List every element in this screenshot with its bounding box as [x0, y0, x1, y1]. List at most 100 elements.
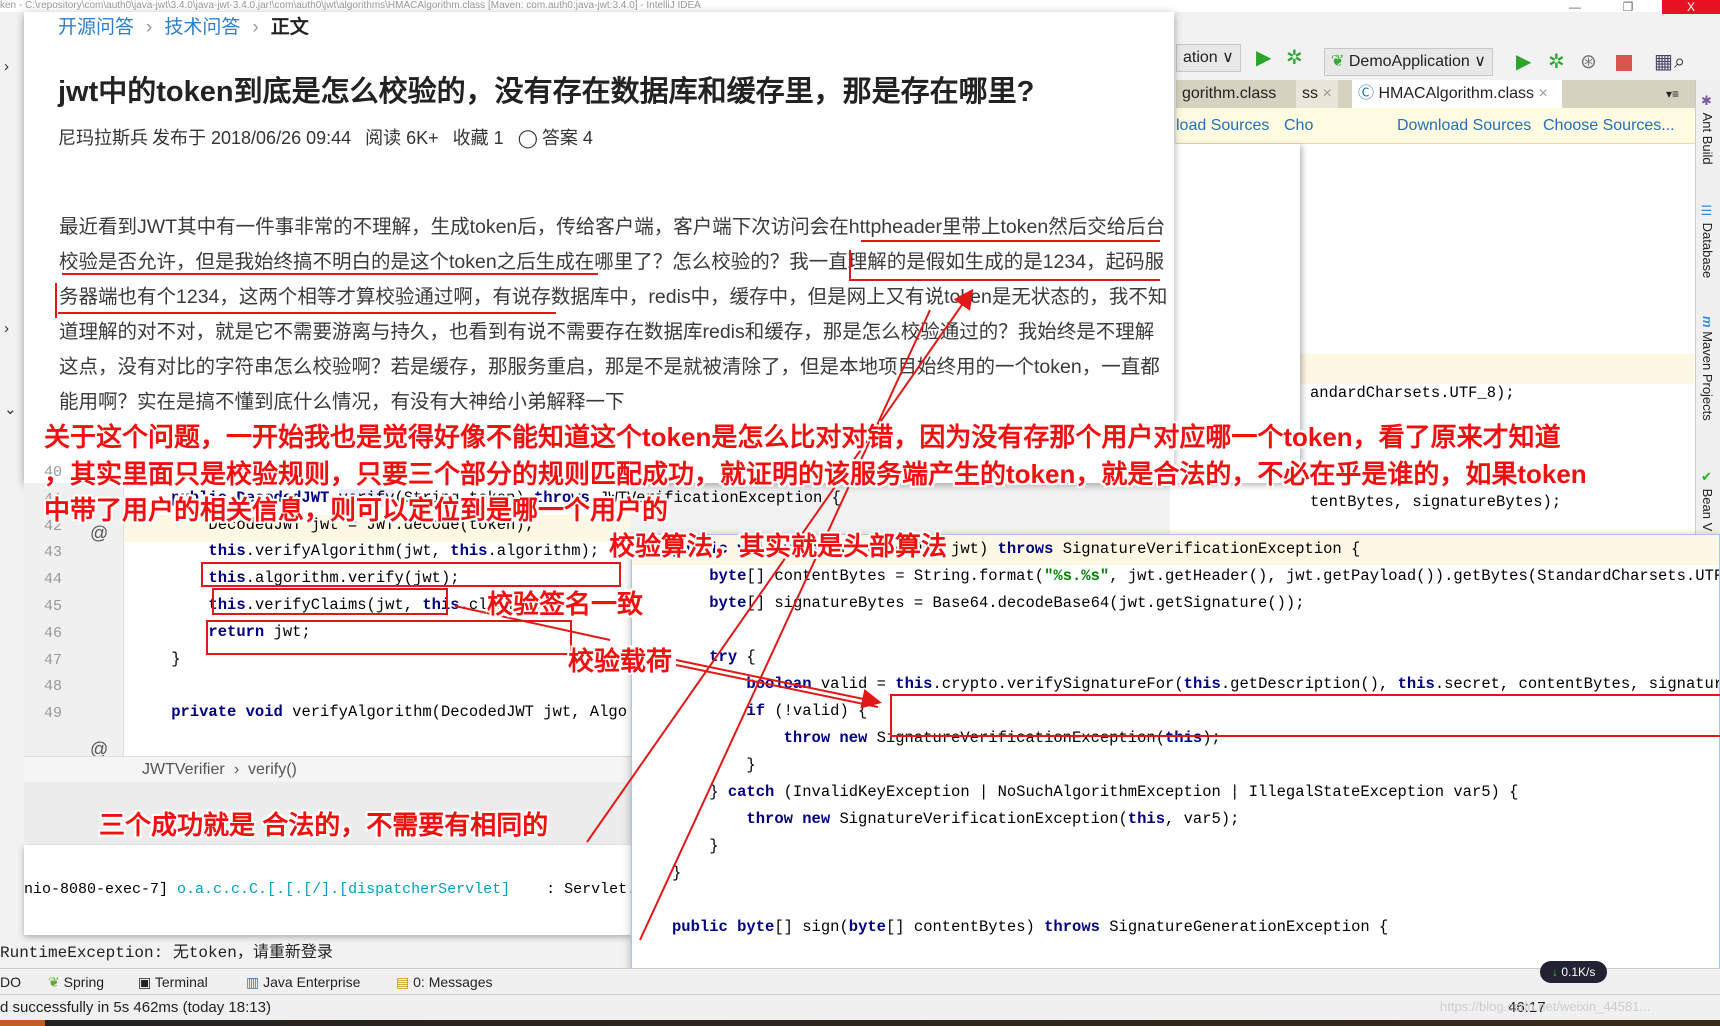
code-line: throw new SignatureVerificationException…: [672, 810, 1239, 828]
spring-icon: ❦: [1331, 53, 1345, 70]
tab-class[interactable]: ss ×: [1296, 80, 1338, 108]
chevron-right-icon[interactable]: ›: [4, 320, 9, 337]
run-config-dropdown[interactable]: ❦ DemoApplication ∨: [1324, 48, 1493, 76]
code-token: }: [134, 649, 181, 668]
code-token: byte: [737, 918, 775, 936]
code-line: }: [672, 864, 681, 882]
highlight-box-verify-claims: [206, 620, 572, 655]
code-line: if (!valid) {: [672, 702, 867, 720]
tool-label: Spring: [63, 974, 105, 990]
tool-messages[interactable]: ▤ 0: Messages: [396, 974, 493, 991]
close-tab-icon[interactable]: ×: [1539, 85, 1548, 102]
run-icon[interactable]: ▶: [1256, 44, 1271, 72]
code-token: .verifyAlgorithm(jwt,: [245, 542, 451, 561]
line-number: 45: [44, 598, 63, 615]
tool-todo[interactable]: DO: [0, 974, 21, 990]
code-token: [] signatureBytes = Base64.decodeBase64(…: [746, 594, 1305, 612]
terminal-icon: ▣: [138, 974, 152, 990]
run-config-dropdown-partial[interactable]: ation ∨: [1176, 44, 1241, 72]
debug-icon[interactable]: ✲: [1286, 44, 1303, 72]
run-icon[interactable]: ▶: [1516, 48, 1531, 76]
net-speed: 0.1K/s: [1561, 965, 1596, 979]
run-console: nio-8080-exec-7] o.a.c.c.C.[.[.[/].[disp…: [24, 845, 636, 935]
database-icon: ☰: [1700, 204, 1715, 219]
breadcrumb-class[interactable]: JWTVerifier: [142, 761, 225, 779]
breadcrumb-tech-qa[interactable]: 技术问答: [164, 17, 240, 38]
comment-icon: ◯: [517, 128, 538, 148]
tool-java-enterprise[interactable]: ▥ Java Enterprise: [246, 974, 360, 991]
spring-icon: ❦: [48, 974, 60, 990]
download-sources-link[interactable]: Download Sources: [1397, 108, 1531, 144]
code-line: byte[] contentBytes = String.format("%s.…: [672, 567, 1720, 585]
decompiled-notice-bar: load Sources Cho Download Sources Choose…: [1176, 108, 1695, 144]
code-token: this: [1397, 675, 1435, 693]
arrow-down-icon: ↓: [1552, 965, 1558, 979]
chevron-right-icon[interactable]: ›: [4, 58, 9, 75]
code-token: byte: [709, 594, 747, 612]
tab-list-icon[interactable]: ▾≡: [1660, 80, 1685, 108]
log-line: nio-8080-exec-7] o.a.c.c.C.[.[.[/].[disp…: [24, 881, 636, 898]
code-token: this: [895, 675, 933, 693]
tab-label: HMACAlgorithm.class: [1378, 85, 1535, 102]
choose-sources-link[interactable]: Cho: [1284, 108, 1313, 144]
annotation-main-line: ，其实里面只是校验规则，只要三个部分的规则匹配成功，就证明的该服务端产生的tok…: [44, 459, 1587, 489]
tool-label: Maven Projects: [1700, 331, 1715, 421]
debug-icon[interactable]: ✲: [1548, 48, 1565, 76]
maven-projects-tab[interactable]: m Maven Projects: [1700, 316, 1715, 421]
tool-spring[interactable]: ❦ Spring: [48, 974, 104, 991]
minimize-button[interactable]: —: [1555, 0, 1595, 14]
breadcrumb-opensource-qa[interactable]: 开源问答: [58, 17, 134, 38]
close-tab-icon[interactable]: ×: [1322, 85, 1331, 102]
coverage-icon[interactable]: ⊛: [1580, 48, 1597, 76]
breadcrumb-method[interactable]: verify(): [248, 761, 297, 779]
close-button[interactable]: X: [1662, 0, 1720, 14]
structure-icon[interactable]: ▦: [1654, 48, 1673, 76]
code-token: SignatureVerificationException(: [830, 810, 1128, 828]
database-tab[interactable]: ☰ Database: [1700, 204, 1715, 278]
tool-terminal[interactable]: ▣ Terminal: [138, 974, 208, 991]
choose-sources-link[interactable]: Choose Sources...: [1543, 108, 1675, 144]
tab-label: gorithm.class: [1182, 85, 1277, 102]
annotation-main-line: 关于这个问题，一开始我也是觉得好像不能知道这个token是怎么比对对错，因为没有…: [44, 422, 1561, 452]
code-token: .getDescription(),: [1220, 675, 1398, 693]
tab-algorithm-class[interactable]: gorithm.class: [1176, 80, 1282, 108]
code-token: throws: [997, 540, 1054, 558]
code-token: verifyAlgorithm(DecodedJWT jwt, Algo: [282, 703, 627, 722]
ant-build-tab[interactable]: ✱ Ant Build: [1700, 94, 1715, 165]
code-token: this: [1183, 675, 1221, 693]
code-token: SignatureVerificationException {: [1053, 540, 1361, 558]
runtime-exception-line: RuntimeException: 无token，请重新登录: [0, 944, 333, 962]
stop-icon[interactable]: [1616, 55, 1632, 71]
code-token: try: [709, 648, 738, 666]
project-tool-strip: › › ⌄: [0, 40, 24, 920]
code-token: , jwt.getHeader(), jwt.getPayload()).get…: [1109, 567, 1720, 585]
tab-hmacalgorithm-class[interactable]: Ⓒ HMACAlgorithm.class ×: [1352, 80, 1562, 108]
chevron-right-icon: ›: [252, 17, 259, 38]
search-icon[interactable]: ⌕: [1674, 48, 1685, 76]
network-speed-widget: ↓ 0.1K/s: [1540, 961, 1608, 983]
restore-button[interactable]: ❐: [1608, 0, 1648, 14]
code-token: boolean: [746, 675, 812, 693]
log-message: : Servlet.: [546, 881, 637, 898]
code-token: throw new: [783, 729, 868, 747]
code-token: throw new: [746, 810, 831, 828]
author[interactable]: 尼玛拉斯兵: [58, 128, 148, 148]
tool-label: Bean V: [1700, 488, 1715, 532]
code-line: } catch (InvalidKeyException | NoSuchAlg…: [672, 783, 1518, 801]
bean-validation-tab[interactable]: ✔ Bean V: [1700, 470, 1715, 531]
maven-icon: m: [1700, 316, 1715, 328]
tool-label: Java Enterprise: [263, 974, 361, 990]
download-sources-link[interactable]: load Sources: [1176, 108, 1269, 144]
code-token: SignatureGenerationException {: [1099, 918, 1389, 936]
code-token: if: [746, 702, 766, 720]
page-title: jwt中的token到底是怎么校验的，没有存在数据库和缓存里，那是存在哪里?: [58, 76, 1035, 108]
code-token: valid =: [811, 675, 896, 693]
chevron-down-icon[interactable]: ⌄: [4, 400, 17, 418]
